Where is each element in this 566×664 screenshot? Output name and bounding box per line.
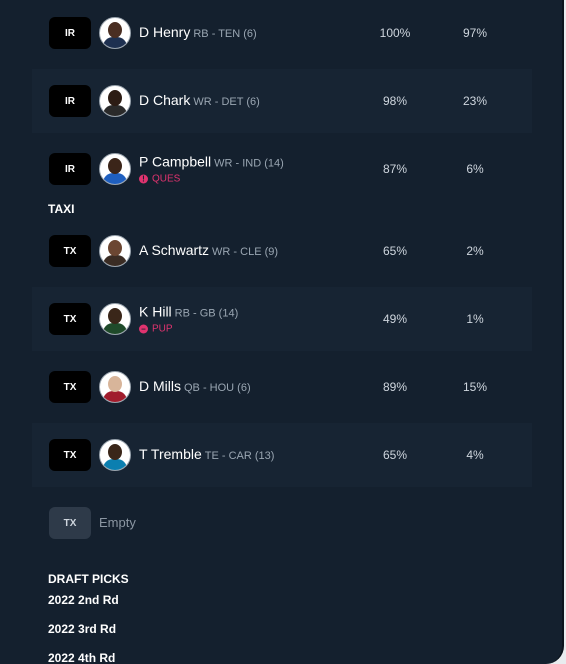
status-label: PUP bbox=[152, 323, 173, 335]
player-position-team: WR - CLE (9) bbox=[212, 246, 279, 258]
slot-badge[interactable]: TX bbox=[49, 439, 91, 471]
player-avatar bbox=[99, 371, 131, 403]
minus-icon: – bbox=[139, 324, 148, 334]
rostered-pct: 89% bbox=[382, 380, 408, 394]
rostered-pct: 87% bbox=[382, 162, 408, 176]
player-name[interactable]: T Tremble bbox=[139, 446, 202, 462]
rostered-pct: 98% bbox=[382, 94, 408, 108]
slot-badge[interactable]: TX bbox=[49, 303, 91, 335]
start-pct: 2% bbox=[466, 244, 484, 258]
player-row[interactable]: TX A Schwartz WR - CLE (9) 65% 2% bbox=[32, 219, 532, 283]
slot-badge[interactable]: TX bbox=[49, 507, 91, 539]
injury-status: ! QUES bbox=[139, 174, 284, 185]
slot-badge[interactable]: IR bbox=[49, 153, 91, 185]
injury-status: – PUP bbox=[139, 324, 238, 335]
empty-slot-label: Empty bbox=[99, 515, 136, 530]
player-name[interactable]: A Schwartz bbox=[139, 242, 209, 258]
player-position-team: WR - DET (6) bbox=[193, 96, 260, 108]
rostered-pct: 65% bbox=[382, 244, 408, 258]
slot-badge[interactable]: IR bbox=[49, 17, 91, 49]
player-position-team: RB - TEN (6) bbox=[193, 28, 257, 40]
section-title-taxi: TAXI bbox=[48, 202, 75, 216]
player-row[interactable]: IR D Chark WR - DET (6) 98% 23% bbox=[32, 69, 532, 133]
player-avatar bbox=[99, 85, 131, 117]
player-row[interactable]: TX D Mills QB - HOU (6) 89% 15% bbox=[32, 355, 532, 419]
player-row[interactable]: TX K Hill RB - GB (14) – PUP 49% 1% bbox=[32, 287, 532, 351]
player-position-team: TE - CAR (13) bbox=[204, 450, 275, 462]
player-row[interactable]: IR D Henry RB - TEN (6) 100% 97% bbox=[32, 1, 532, 65]
roster-panel: IR D Henry RB - TEN (6) 100% 97% IR D Cha… bbox=[0, 0, 564, 664]
player-position-team: QB - HOU (6) bbox=[184, 382, 251, 394]
player-name[interactable]: D Henry bbox=[139, 24, 190, 40]
player-avatar bbox=[99, 17, 131, 49]
status-label: QUES bbox=[152, 173, 181, 185]
section-title-draft-picks: DRAFT PICKS bbox=[48, 572, 129, 586]
start-pct: 4% bbox=[466, 448, 484, 462]
draft-pick[interactable]: 2022 2nd Rd bbox=[48, 593, 119, 607]
player-avatar bbox=[99, 153, 131, 185]
player-avatar bbox=[99, 303, 131, 335]
start-pct: 97% bbox=[462, 26, 488, 40]
slot-badge[interactable]: TX bbox=[49, 371, 91, 403]
start-pct: 6% bbox=[466, 162, 484, 176]
player-name[interactable]: P Campbell bbox=[139, 154, 211, 170]
player-avatar bbox=[99, 439, 131, 471]
slot-badge[interactable]: TX bbox=[49, 235, 91, 267]
player-name[interactable]: D Chark bbox=[139, 92, 190, 108]
rostered-pct: 65% bbox=[382, 448, 408, 462]
draft-pick[interactable]: 2022 3rd Rd bbox=[48, 622, 116, 636]
alert-icon: ! bbox=[139, 174, 148, 184]
start-pct: 23% bbox=[462, 94, 488, 108]
rostered-pct: 49% bbox=[382, 312, 408, 326]
player-position-team: RB - GB (14) bbox=[174, 307, 239, 320]
start-pct: 1% bbox=[466, 312, 484, 326]
draft-pick[interactable]: 2022 4th Rd bbox=[48, 651, 115, 664]
player-avatar bbox=[99, 235, 131, 267]
player-position-team: WR - IND (14) bbox=[214, 157, 284, 170]
player-row[interactable]: IR P Campbell WR - IND (14) ! QUES 87% 6% bbox=[32, 137, 532, 201]
player-name[interactable]: D Mills bbox=[139, 378, 181, 394]
start-pct: 15% bbox=[462, 380, 488, 394]
player-row[interactable]: TX T Tremble TE - CAR (13) 65% 4% bbox=[32, 423, 532, 487]
rostered-pct: 100% bbox=[379, 26, 411, 40]
slot-badge[interactable]: IR bbox=[49, 85, 91, 117]
player-name[interactable]: K Hill bbox=[139, 304, 172, 320]
